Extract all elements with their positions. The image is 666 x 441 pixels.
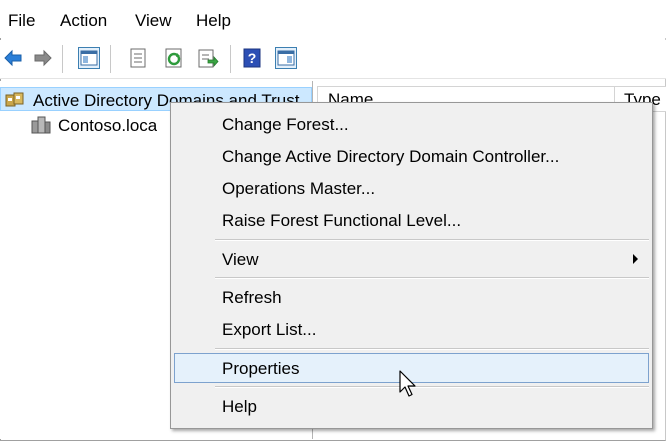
back-arrow-icon[interactable] <box>2 47 24 69</box>
submenu-arrow-icon <box>633 254 638 264</box>
forward-arrow-icon[interactable] <box>32 47 54 69</box>
menu-action[interactable]: Action <box>60 11 107 31</box>
menu-item-label: Properties <box>222 359 300 378</box>
domain-icon <box>30 115 52 140</box>
menu-refresh[interactable]: Refresh <box>173 282 650 312</box>
menu-item-label: Change Forest... <box>222 115 349 134</box>
show-hide-action-pane-icon[interactable] <box>275 47 297 69</box>
domains-trusts-icon <box>5 91 25 114</box>
menu-export-list[interactable]: Export List... <box>173 314 650 344</box>
menu-bar: File Action View Help <box>0 0 666 38</box>
properties-icon[interactable] <box>127 47 149 69</box>
menu-file[interactable]: File <box>8 11 35 31</box>
menu-item-label: Refresh <box>222 288 282 307</box>
menu-change-domain-controller[interactable]: Change Active Directory Domain Controlle… <box>173 141 650 171</box>
menu-separator <box>215 240 649 241</box>
menu-item-label: Change Active Directory Domain Controlle… <box>222 147 560 166</box>
menu-item-label: Export List... <box>222 320 317 339</box>
menu-item-label: Help <box>222 397 257 416</box>
menu-view[interactable]: View <box>173 244 650 274</box>
menu-separator <box>215 387 649 388</box>
show-hide-console-tree-icon[interactable] <box>78 47 100 69</box>
tree-child-label: Contoso.loca <box>58 116 158 135</box>
toolbar-separator <box>230 45 231 73</box>
menu-item-label: Operations Master... <box>222 179 376 198</box>
menu-item-label: View <box>222 250 259 269</box>
help-icon[interactable]: ? <box>241 47 263 69</box>
mouse-pointer-icon <box>399 370 419 405</box>
menu-separator <box>215 349 649 350</box>
menu-operations-master[interactable]: Operations Master... <box>173 173 650 203</box>
menu-separator <box>215 278 649 279</box>
export-list-icon[interactable] <box>197 47 219 69</box>
menu-help[interactable]: Help <box>196 11 231 31</box>
toolbar-separator <box>62 45 63 73</box>
menu-raise-forest-level[interactable]: Raise Forest Functional Level... <box>173 205 650 235</box>
menu-change-forest[interactable]: Change Forest... <box>173 109 650 139</box>
svg-text:?: ? <box>248 50 257 66</box>
refresh-icon[interactable] <box>163 47 185 69</box>
toolbar: ? <box>0 40 666 79</box>
toolbar-separator <box>110 45 111 73</box>
menu-item-label: Raise Forest Functional Level... <box>222 211 462 230</box>
menu-view[interactable]: View <box>135 11 172 31</box>
